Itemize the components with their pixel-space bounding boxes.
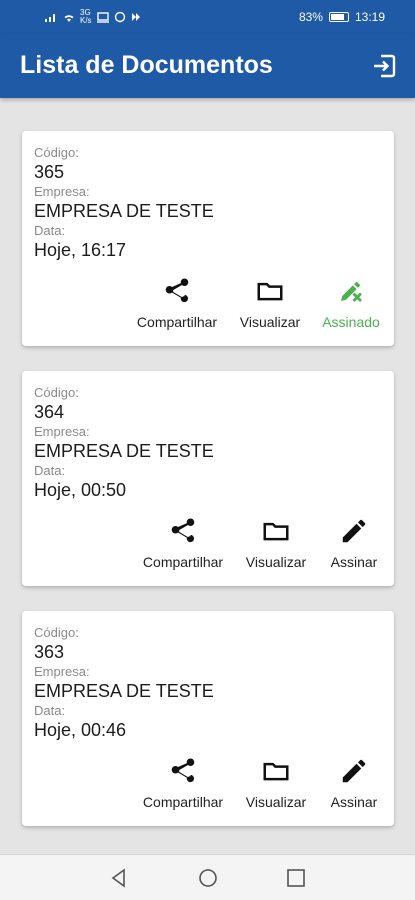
recents-icon[interactable] <box>285 867 307 889</box>
pen-icon <box>342 759 366 783</box>
system-nav-bar <box>0 854 415 900</box>
view-label: Visualizar <box>245 794 307 810</box>
sign-label: Assinado <box>322 314 380 330</box>
signal-icon <box>45 14 55 22</box>
signed-pen-icon <box>341 281 362 302</box>
whatsapp-icon <box>114 11 125 23</box>
document-card: Código: 363 Empresa: EMPRESA DE TESTE Da… <box>22 611 394 826</box>
share-icon <box>171 518 195 543</box>
data-label: Data: <box>34 463 66 478</box>
share-button[interactable]: Compartilhar <box>132 276 222 330</box>
battery-icon <box>328 12 349 22</box>
share-label: Compartilhar <box>142 794 224 810</box>
status-icons-right: 83% 13:19 <box>299 10 385 24</box>
wifi-icon <box>64 15 74 22</box>
back-icon[interactable] <box>108 867 130 889</box>
home-icon[interactable] <box>197 867 219 889</box>
empresa-label: Empresa: <box>34 184 90 199</box>
share-icon <box>171 758 195 783</box>
signed-status[interactable]: Assinado <box>316 276 386 330</box>
sign-label: Assinar <box>330 554 378 570</box>
view-label: Visualizar <box>245 554 307 570</box>
data-value: Hoje, 00:50 <box>34 480 127 500</box>
data-value: Hoje, 16:17 <box>34 240 127 260</box>
codigo-value: 363 <box>34 642 65 662</box>
document-card: Código: 364 Empresa: EMPRESA DE TESTE Da… <box>22 371 394 586</box>
sign-button[interactable]: Assinar <box>324 756 384 810</box>
empresa-value: EMPRESA DE TESTE <box>34 201 214 221</box>
data-label: Data: <box>34 223 66 238</box>
codigo-label: Código: <box>34 145 79 160</box>
empresa-value: EMPRESA DE TESTE <box>34 441 214 461</box>
status-icons-left: 3G K/s <box>44 9 142 25</box>
share-label: Compartilhar <box>142 554 224 570</box>
battery-percent: 83% <box>298 10 323 24</box>
screen-cast-icon <box>96 12 109 23</box>
codigo-label: Código: <box>34 625 79 640</box>
pen-icon <box>342 519 366 543</box>
share-icon <box>165 278 189 303</box>
sign-button[interactable]: Assinar <box>324 516 384 570</box>
share-button[interactable]: Compartilhar <box>138 756 228 810</box>
view-button[interactable]: Visualizar <box>238 516 314 570</box>
app-bar: Lista de Documentos <box>0 34 415 98</box>
empresa-label: Empresa: <box>34 424 90 439</box>
media-icon <box>131 13 140 21</box>
share-label: Compartilhar <box>136 314 218 330</box>
page-title: Lista de Documentos <box>20 51 273 79</box>
data-label: Data: <box>34 703 66 718</box>
share-button[interactable]: Compartilhar <box>138 516 228 570</box>
document-card: Código: 365 Empresa: EMPRESA DE TESTE Da… <box>22 131 394 346</box>
view-button[interactable]: Visualizar <box>238 756 314 810</box>
folder-icon <box>257 282 283 301</box>
folder-icon <box>263 762 289 781</box>
view-button[interactable]: Visualizar <box>232 276 308 330</box>
clock: 13:19 <box>354 10 385 24</box>
status-bar: 3G K/s 83% 13:19 <box>0 0 415 34</box>
codigo-value: 365 <box>34 162 65 182</box>
empresa-value: EMPRESA DE TESTE <box>34 681 214 701</box>
logout-button[interactable] <box>371 53 397 79</box>
data-value: Hoje, 00:46 <box>34 720 127 740</box>
empresa-label: Empresa: <box>34 664 90 679</box>
codigo-label: Código: <box>34 385 79 400</box>
view-label: Visualizar <box>239 314 301 330</box>
codigo-value: 364 <box>34 402 65 422</box>
folder-icon <box>263 522 289 541</box>
sign-label: Assinar <box>330 794 378 810</box>
logout-icon <box>374 54 396 78</box>
network-speed: 3G K/s <box>80 8 92 25</box>
